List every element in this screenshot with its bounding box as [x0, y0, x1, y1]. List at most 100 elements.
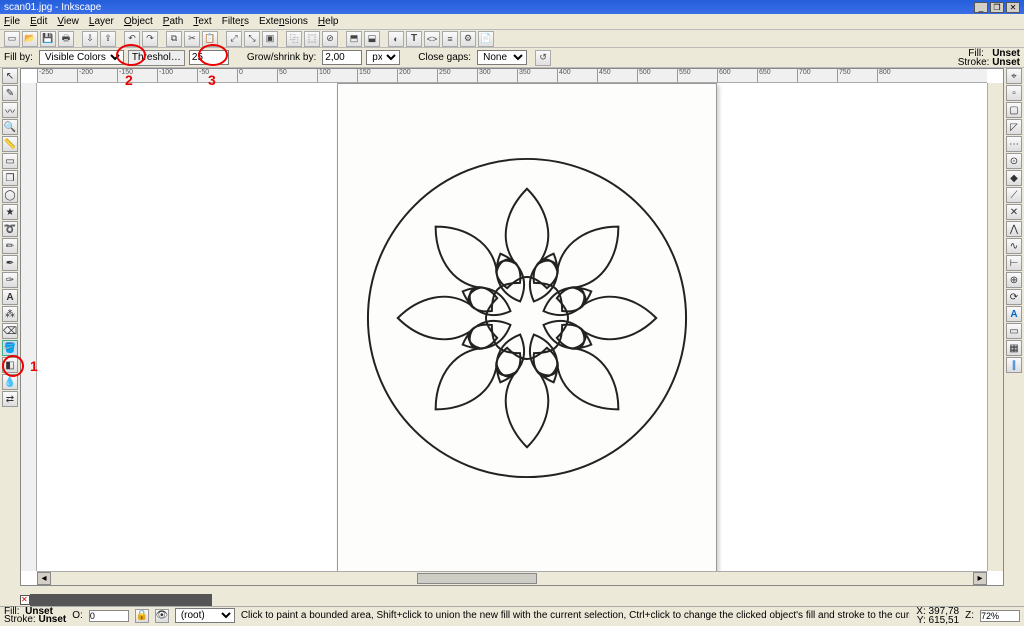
- text-tool-icon[interactable]: A: [2, 289, 18, 305]
- snap-grid-icon[interactable]: ▦: [1006, 340, 1022, 356]
- measure-tool-icon[interactable]: 📏: [2, 136, 18, 152]
- menu-filters[interactable]: Filters: [222, 16, 249, 27]
- menu-help[interactable]: Help: [318, 16, 339, 27]
- scrollbar-vertical[interactable]: [987, 83, 1003, 571]
- calligraphy-tool-icon[interactable]: ✑: [2, 272, 18, 288]
- paste-icon[interactable]: 📋: [202, 31, 218, 47]
- no-color-swatch[interactable]: [20, 595, 30, 605]
- scroll-left-icon[interactable]: ◂: [37, 572, 51, 585]
- snap-guide-icon[interactable]: ∥: [1006, 357, 1022, 373]
- pencil-tool-icon[interactable]: ✏: [2, 238, 18, 254]
- undo-icon[interactable]: ↶: [124, 31, 140, 47]
- paintbucket-tool-icon[interactable]: 🪣: [2, 340, 18, 356]
- copy-icon[interactable]: ⧉: [166, 31, 182, 47]
- tweak-tool-icon[interactable]: 〰: [2, 102, 18, 118]
- menu-layer[interactable]: Layer: [89, 16, 114, 27]
- growshrink-label: Grow/shrink by:: [247, 52, 316, 63]
- layer-visible-icon[interactable]: 👁: [155, 609, 169, 623]
- ellipse-tool-icon[interactable]: ◯: [2, 187, 18, 203]
- scrollbar-horizontal[interactable]: ◂ ▸: [37, 571, 987, 585]
- snap-path-icon[interactable]: ⟋: [1006, 187, 1022, 203]
- save-icon[interactable]: 💾: [40, 31, 56, 47]
- print-icon[interactable]: 🖶: [58, 31, 74, 47]
- text-dialog-icon[interactable]: T: [406, 31, 422, 47]
- opacity-input[interactable]: [89, 610, 129, 622]
- snap-text-icon[interactable]: A: [1006, 306, 1022, 322]
- layer-select[interactable]: (root): [175, 608, 235, 623]
- closegaps-select[interactable]: None: [477, 50, 527, 65]
- zoom-input[interactable]: [980, 610, 1020, 622]
- snap-enable-icon[interactable]: ⌖: [1006, 68, 1022, 84]
- snap-rotation-icon[interactable]: ⟳: [1006, 289, 1022, 305]
- zoom-page-icon[interactable]: ▣: [262, 31, 278, 47]
- layer-lock-icon[interactable]: 🔒: [135, 609, 149, 623]
- dropper-tool-icon[interactable]: 💧: [2, 374, 18, 390]
- color-swatch[interactable]: [210, 594, 212, 607]
- snap-corner-icon[interactable]: ◸: [1006, 119, 1022, 135]
- open-icon[interactable]: 📂: [22, 31, 38, 47]
- fillby-select[interactable]: Visible Colors: [39, 50, 124, 65]
- snap-smooth-icon[interactable]: ∿: [1006, 238, 1022, 254]
- xml-icon[interactable]: <>: [424, 31, 440, 47]
- maximize-button[interactable]: ❐: [990, 2, 1004, 13]
- minimize-button[interactable]: _: [974, 2, 988, 13]
- clone-icon[interactable]: ⿴: [304, 31, 320, 47]
- snap-object-center-icon[interactable]: ⊕: [1006, 272, 1022, 288]
- fillstroke-dialog-icon[interactable]: ◐: [388, 31, 404, 47]
- export-icon[interactable]: ⇪: [100, 31, 116, 47]
- star-tool-icon[interactable]: ★: [2, 204, 18, 220]
- growshrink-input[interactable]: [322, 50, 362, 65]
- menu-view[interactable]: View: [57, 16, 79, 27]
- prefs-icon[interactable]: ⚙: [460, 31, 476, 47]
- gradient-tool-icon[interactable]: ◧: [2, 357, 18, 373]
- new-icon[interactable]: ▭: [4, 31, 20, 47]
- spiral-tool-icon[interactable]: ➰: [2, 221, 18, 237]
- menu-extensions[interactable]: Extensions: [259, 16, 308, 27]
- selector-tool-icon[interactable]: ↖: [2, 68, 18, 84]
- threshold-button[interactable]: Threshol…: [128, 50, 185, 66]
- snap-bbox-icon[interactable]: ▫: [1006, 85, 1022, 101]
- snap-midpoint-icon[interactable]: ⋯: [1006, 136, 1022, 152]
- connector-tool-icon[interactable]: ⇄: [2, 391, 18, 407]
- group-icon[interactable]: ⬒: [346, 31, 362, 47]
- docprefs-icon[interactable]: 📄: [478, 31, 494, 47]
- menu-file[interactable]: FFileile: [4, 16, 20, 27]
- zoom-label: Z:: [965, 610, 974, 621]
- unlink-icon[interactable]: ⊘: [322, 31, 338, 47]
- snap-center-icon[interactable]: ⊙: [1006, 153, 1022, 169]
- ungroup-icon[interactable]: ⬓: [364, 31, 380, 47]
- zoom-tool-icon[interactable]: 🔍: [2, 119, 18, 135]
- close-button[interactable]: ✕: [1006, 2, 1020, 13]
- snap-edge-icon[interactable]: ▢: [1006, 102, 1022, 118]
- unit-select[interactable]: px: [366, 50, 400, 65]
- cut-icon[interactable]: ✂: [184, 31, 200, 47]
- canvas[interactable]: [37, 83, 987, 571]
- window-title: scan01.jpg - Inkscape: [4, 2, 101, 13]
- reset-icon[interactable]: ↺: [535, 50, 551, 66]
- eraser-tool-icon[interactable]: ⌫: [2, 323, 18, 339]
- duplicate-icon[interactable]: ⿻: [286, 31, 302, 47]
- snap-node-icon[interactable]: ◆: [1006, 170, 1022, 186]
- menu-text[interactable]: Text: [193, 16, 211, 27]
- bezier-tool-icon[interactable]: ✒: [2, 255, 18, 271]
- align-icon[interactable]: ≡: [442, 31, 458, 47]
- snap-line-mid-icon[interactable]: ⊢: [1006, 255, 1022, 271]
- rectangle-tool-icon[interactable]: ▭: [2, 153, 18, 169]
- scroll-thumb-h[interactable]: [417, 573, 537, 584]
- zoom-drawing-icon[interactable]: ⤡: [244, 31, 260, 47]
- ruler-horizontal: -250-200-150-100-50050100150200250300350…: [37, 69, 987, 83]
- snap-cusp-icon[interactable]: ⋀: [1006, 221, 1022, 237]
- menu-object[interactable]: Object: [124, 16, 153, 27]
- node-tool-icon[interactable]: ✎: [2, 85, 18, 101]
- spray-tool-icon[interactable]: ⁂: [2, 306, 18, 322]
- 3dbox-tool-icon[interactable]: ❒: [2, 170, 18, 186]
- threshold-input[interactable]: [189, 50, 229, 65]
- zoom-fit-icon[interactable]: ⤢: [226, 31, 242, 47]
- redo-icon[interactable]: ↷: [142, 31, 158, 47]
- snap-intersect-icon[interactable]: ✕: [1006, 204, 1022, 220]
- menu-edit[interactable]: Edit: [30, 16, 47, 27]
- import-icon[interactable]: ⇩: [82, 31, 98, 47]
- menu-path[interactable]: Path: [163, 16, 184, 27]
- scroll-right-icon[interactable]: ▸: [973, 572, 987, 585]
- snap-page-icon[interactable]: ▭: [1006, 323, 1022, 339]
